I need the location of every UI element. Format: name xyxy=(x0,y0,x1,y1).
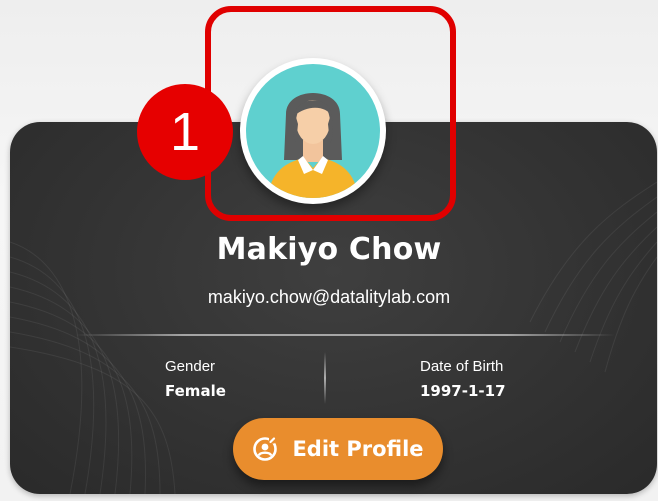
dob-label: Date of Birth xyxy=(420,358,504,375)
card-divider xyxy=(75,334,615,336)
profile-email: makiyo.chow@datalitylab.com xyxy=(207,287,451,307)
edit-profile-button[interactable]: Edit Profile xyxy=(233,418,443,480)
info-column-divider xyxy=(324,352,326,404)
profile-name: Makiyo Chow xyxy=(216,232,442,267)
gender-label: Gender xyxy=(165,358,216,375)
avatar-highlight-box xyxy=(205,6,456,221)
edit-profile-label: Edit Profile xyxy=(292,437,424,461)
dob-value: 1997-1-17 xyxy=(420,382,506,400)
step-number-badge: 1 xyxy=(137,84,233,180)
user-edit-icon xyxy=(253,437,278,461)
gender-value: Female xyxy=(165,382,226,400)
